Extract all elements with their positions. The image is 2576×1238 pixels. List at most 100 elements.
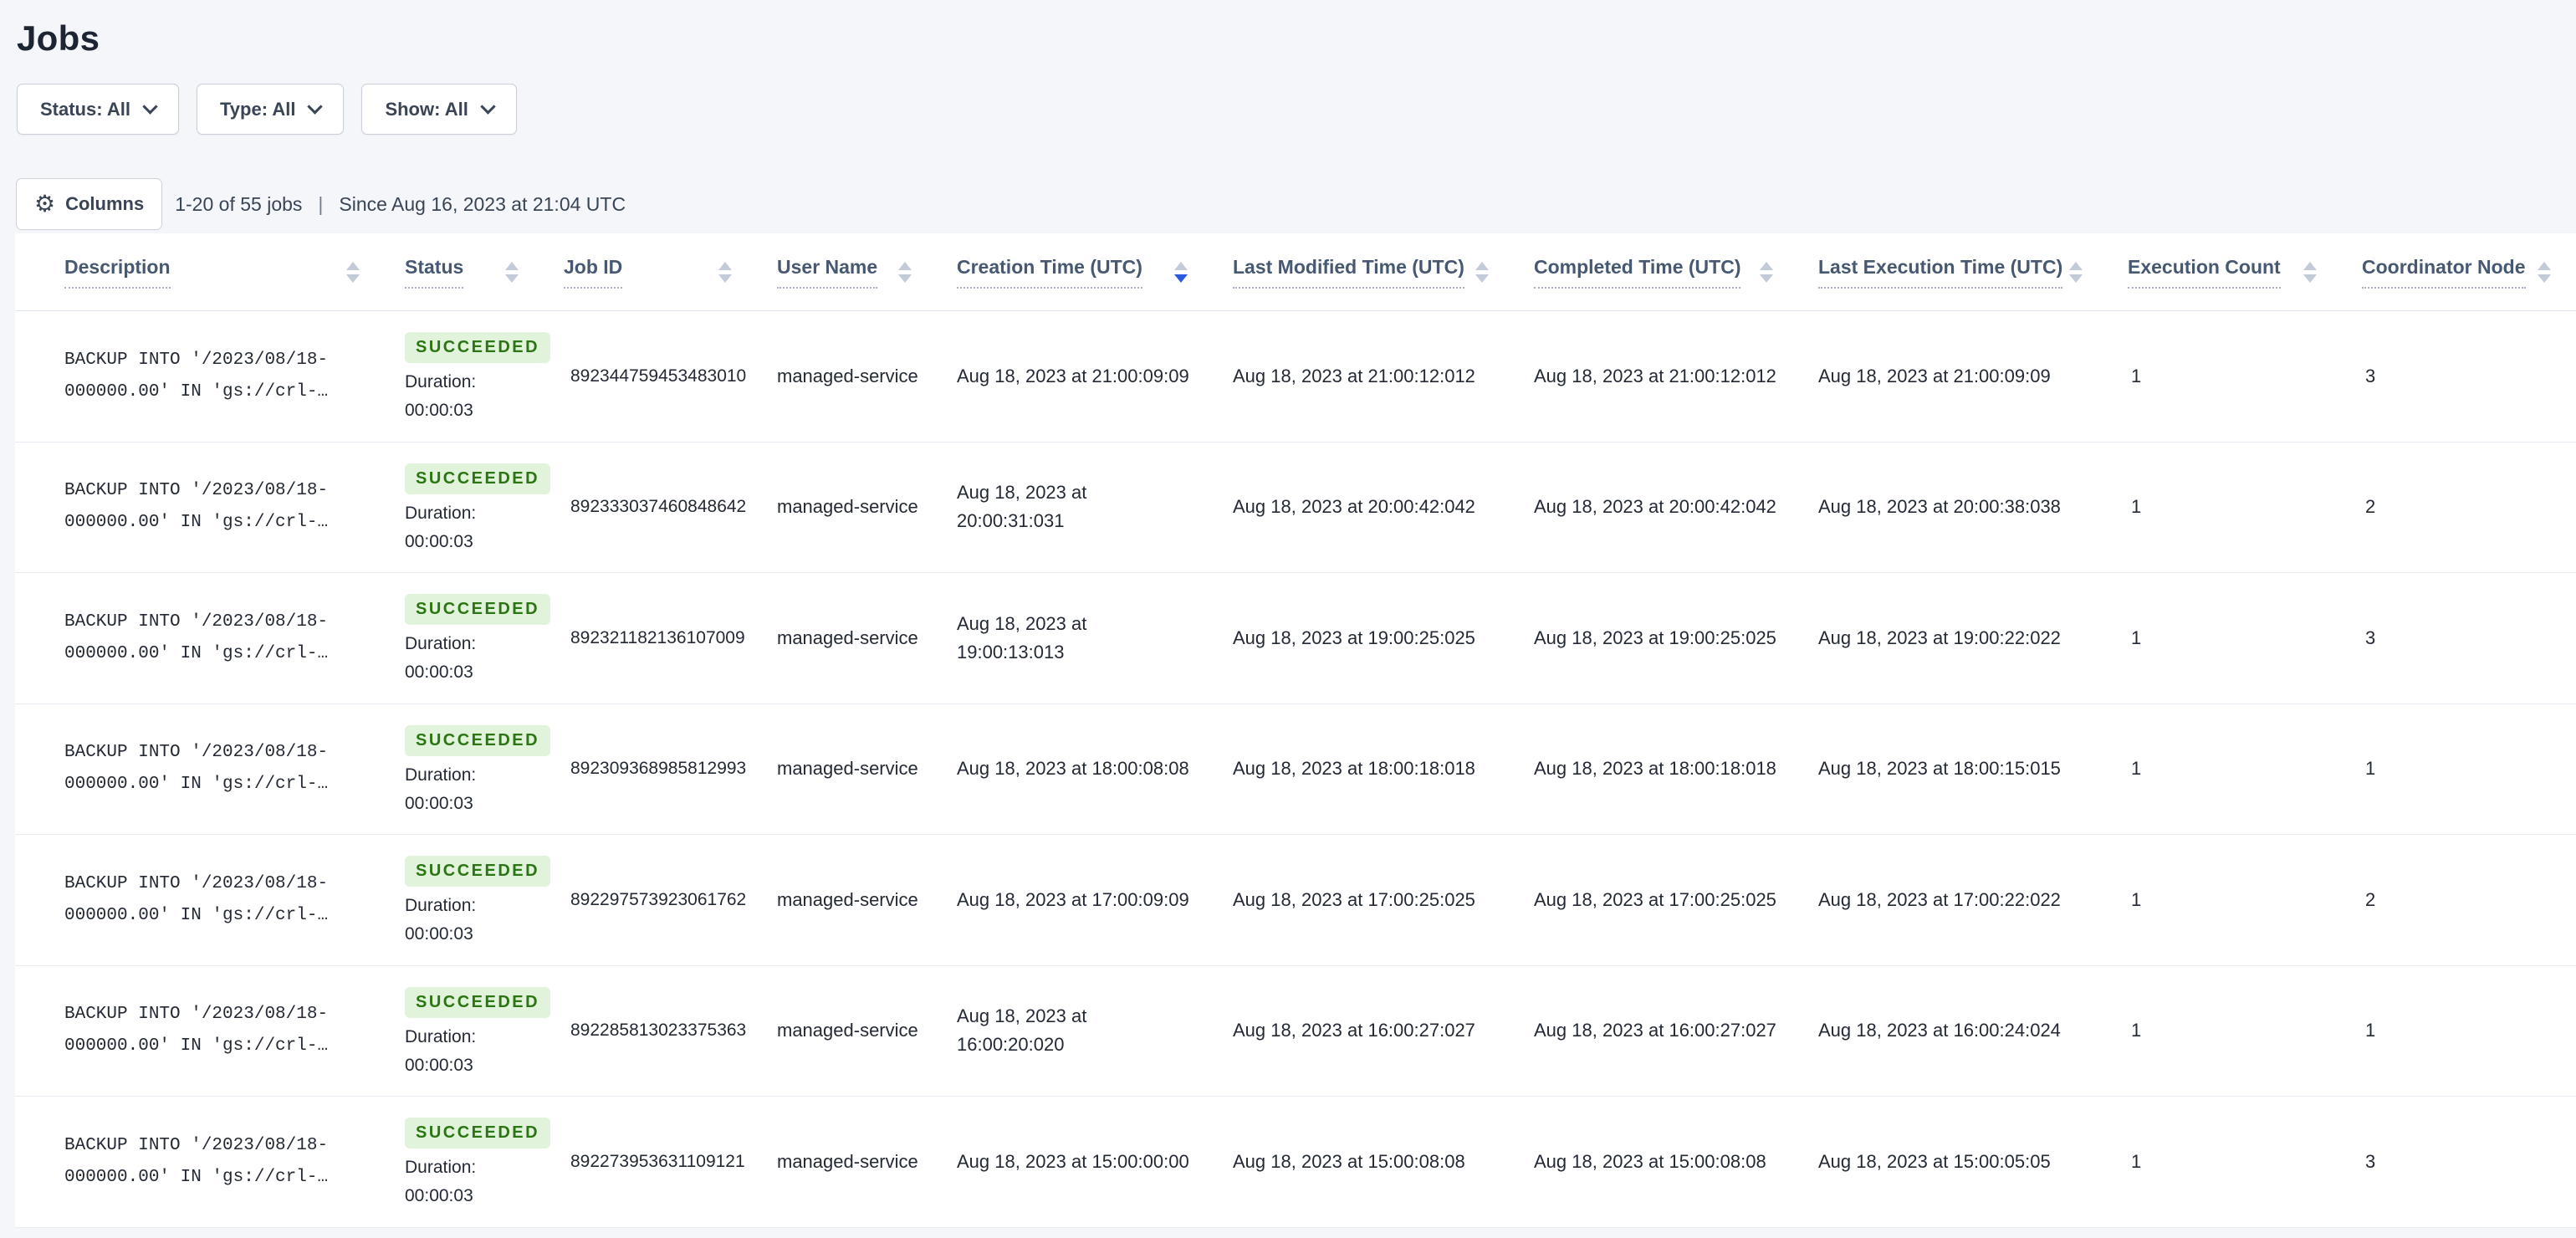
user-name-cell: managed-service bbox=[777, 627, 918, 648]
last-modified-time-cell: Aug 18, 2023 at 16:00:27:027 bbox=[1233, 1020, 1475, 1041]
execution-count-cell: 1 bbox=[2131, 627, 2142, 648]
status-cell: SUCCEEDED Duration: 00:00:03 bbox=[385, 594, 551, 683]
status-badge: SUCCEEDED bbox=[405, 594, 551, 626]
creation-time-cell: Aug 18, 2023 at 18:00:08:08 bbox=[957, 758, 1189, 780]
column-header-coordinator-node[interactable]: Coordinator Node bbox=[2342, 256, 2576, 289]
creation-time-cell: Aug 18, 2023 at 21:00:09:09 bbox=[957, 365, 1189, 386]
gear-icon: ⚙ bbox=[34, 190, 56, 217]
status-badge: SUCCEEDED bbox=[405, 856, 551, 888]
column-header-completed-time[interactable]: Completed Time (UTC) bbox=[1514, 256, 1798, 289]
duration-label: Duration: bbox=[405, 1158, 477, 1178]
job-id-cell: 892273953631109121 bbox=[570, 1151, 745, 1171]
table-row[interactable]: BACKUP INTO '/2023/08/18- 000000.00' IN … bbox=[15, 573, 2576, 704]
status-cell: SUCCEEDED Duration: 00:00:03 bbox=[385, 1118, 551, 1206]
column-header-status[interactable]: Status bbox=[385, 256, 544, 289]
coordinator-node-cell: 3 bbox=[2365, 627, 2376, 648]
last-execution-time-cell: Aug 18, 2023 at 21:00:09:09 bbox=[1818, 365, 2051, 386]
show-filter-label: Show: All bbox=[385, 98, 468, 120]
column-header-job-id[interactable]: Job ID bbox=[544, 256, 757, 289]
column-header-description[interactable]: Description bbox=[15, 256, 385, 289]
job-id-cell: 892285813023375363 bbox=[570, 1021, 747, 1041]
chevron-down-icon bbox=[142, 98, 158, 115]
sort-icon[interactable] bbox=[1475, 261, 1489, 283]
coordinator-node-cell: 2 bbox=[2365, 888, 2376, 910]
duration-value: 00:00:03 bbox=[405, 1055, 473, 1075]
execution-count-cell: 1 bbox=[2131, 758, 2142, 780]
last-modified-time-cell: Aug 18, 2023 at 21:00:12:012 bbox=[1233, 365, 1475, 386]
sort-icon[interactable] bbox=[898, 261, 912, 283]
column-header-last-execution-time[interactable]: Last Execution Time (UTC) bbox=[1798, 256, 2108, 289]
duration-value: 00:00:03 bbox=[405, 1186, 473, 1206]
status-badge: SUCCEEDED bbox=[405, 332, 551, 364]
user-name-cell: managed-service bbox=[777, 888, 918, 910]
job-description[interactable]: BACKUP INTO '/2023/08/18- 000000.00' IN … bbox=[15, 868, 385, 932]
last-execution-time-cell: Aug 18, 2023 at 20:00:38:038 bbox=[1818, 496, 2061, 518]
creation-time-cell: Aug 18, 2023 at 15:00:00:00 bbox=[957, 1150, 1189, 1172]
creation-time-cell: Aug 18, 2023 at 17:00:09:09 bbox=[957, 888, 1189, 910]
status-filter-label: Status: All bbox=[40, 98, 130, 120]
show-filter-dropdown[interactable]: Show: All bbox=[361, 84, 517, 135]
sort-icon[interactable] bbox=[1760, 261, 1773, 283]
column-header-execution-count[interactable]: Execution Count bbox=[2108, 256, 2342, 289]
job-description[interactable]: BACKUP INTO '/2023/08/18- 000000.00' IN … bbox=[15, 737, 385, 801]
completed-time-cell: Aug 18, 2023 at 20:00:42:042 bbox=[1534, 496, 1776, 518]
status-badge: SUCCEEDED bbox=[405, 1118, 551, 1149]
coordinator-node-cell: 2 bbox=[2365, 496, 2376, 518]
sort-icon[interactable] bbox=[2303, 261, 2317, 283]
user-name-cell: managed-service bbox=[777, 758, 918, 780]
type-filter-label: Type: All bbox=[219, 98, 296, 120]
completed-time-cell: Aug 18, 2023 at 17:00:25:025 bbox=[1534, 888, 1776, 910]
status-filter-dropdown[interactable]: Status: All bbox=[17, 84, 179, 135]
jobs-page: Jobs Status: All Type: All Show: All ⚙ C… bbox=[0, 18, 2576, 1228]
job-description[interactable]: BACKUP INTO '/2023/08/18- 000000.00' IN … bbox=[15, 1130, 385, 1194]
last-execution-time-cell: Aug 18, 2023 at 16:00:24:024 bbox=[1818, 1020, 2061, 1041]
sort-icon[interactable] bbox=[718, 261, 732, 283]
duration-value: 00:00:03 bbox=[405, 531, 473, 551]
job-description[interactable]: BACKUP INTO '/2023/08/18- 000000.00' IN … bbox=[15, 999, 385, 1062]
duration-label: Duration: bbox=[405, 372, 477, 392]
duration-label: Duration: bbox=[405, 896, 477, 916]
table-row[interactable]: BACKUP INTO '/2023/08/18- 000000.00' IN … bbox=[15, 311, 2576, 443]
completed-time-cell: Aug 18, 2023 at 15:00:08:08 bbox=[1534, 1150, 1766, 1172]
table-row[interactable]: BACKUP INTO '/2023/08/18- 000000.00' IN … bbox=[15, 835, 2576, 966]
results-summary: 1-20 of 55 jobs | Since Aug 16, 2023 at … bbox=[175, 193, 626, 216]
duration-value: 00:00:03 bbox=[405, 662, 473, 683]
coordinator-node-cell: 1 bbox=[2365, 1020, 2376, 1041]
duration-label: Duration: bbox=[405, 765, 477, 785]
sort-icon[interactable] bbox=[2538, 261, 2551, 283]
job-id-cell: 892333037460848642 bbox=[570, 497, 747, 517]
sort-icon[interactable] bbox=[346, 261, 360, 283]
completed-time-cell: Aug 18, 2023 at 21:00:12:012 bbox=[1534, 365, 1776, 386]
execution-count-cell: 1 bbox=[2131, 1150, 2142, 1172]
job-description[interactable]: BACKUP INTO '/2023/08/18- 000000.00' IN … bbox=[15, 606, 385, 670]
sort-icon-active[interactable] bbox=[1174, 261, 1188, 283]
table-row[interactable]: BACKUP INTO '/2023/08/18- 000000.00' IN … bbox=[15, 442, 2576, 573]
sort-icon[interactable] bbox=[2069, 261, 2083, 283]
last-modified-time-cell: Aug 18, 2023 at 18:00:18:018 bbox=[1233, 758, 1475, 780]
job-description[interactable]: BACKUP INTO '/2023/08/18- 000000.00' IN … bbox=[15, 345, 385, 408]
status-cell: SUCCEEDED Duration: 00:00:03 bbox=[385, 724, 551, 813]
table-row[interactable]: BACKUP INTO '/2023/08/18- 000000.00' IN … bbox=[15, 1097, 2576, 1228]
completed-time-cell: Aug 18, 2023 at 16:00:27:027 bbox=[1534, 1020, 1776, 1041]
sort-icon[interactable] bbox=[505, 261, 519, 283]
status-badge: SUCCEEDED bbox=[405, 986, 551, 1018]
type-filter-dropdown[interactable]: Type: All bbox=[196, 84, 345, 135]
completed-time-cell: Aug 18, 2023 at 18:00:18:018 bbox=[1534, 758, 1776, 780]
table-row[interactable]: BACKUP INTO '/2023/08/18- 000000.00' IN … bbox=[15, 965, 2576, 1097]
column-header-last-modified-time[interactable]: Last Modified Time (UTC) bbox=[1213, 256, 1514, 289]
column-header-creation-time[interactable]: Creation Time (UTC) bbox=[937, 256, 1213, 289]
coordinator-node-cell: 3 bbox=[2365, 1150, 2376, 1172]
user-name-cell: managed-service bbox=[777, 1020, 918, 1041]
chevron-down-icon bbox=[480, 98, 496, 115]
column-header-user-name[interactable]: User Name bbox=[757, 256, 937, 289]
status-cell: SUCCEEDED Duration: 00:00:03 bbox=[385, 463, 551, 551]
last-execution-time-cell: Aug 18, 2023 at 15:00:05:05 bbox=[1818, 1150, 2051, 1172]
status-cell: SUCCEEDED Duration: 00:00:03 bbox=[385, 856, 551, 944]
duration-label: Duration: bbox=[405, 1026, 477, 1046]
job-description[interactable]: BACKUP INTO '/2023/08/18- 000000.00' IN … bbox=[15, 475, 385, 539]
user-name-cell: managed-service bbox=[777, 1150, 918, 1172]
last-execution-time-cell: Aug 18, 2023 at 17:00:22:022 bbox=[1818, 888, 2061, 910]
chevron-down-icon bbox=[307, 98, 324, 115]
columns-button[interactable]: ⚙ Columns bbox=[16, 178, 163, 230]
table-row[interactable]: BACKUP INTO '/2023/08/18- 000000.00' IN … bbox=[15, 703, 2576, 835]
